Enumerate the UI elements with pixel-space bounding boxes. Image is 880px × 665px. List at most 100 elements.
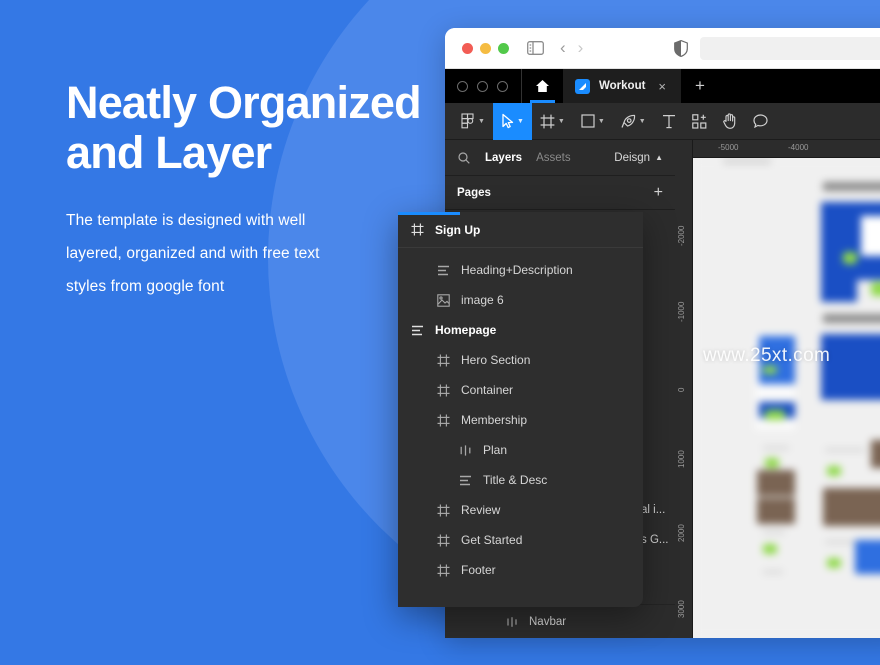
panel-accent-bar: [398, 212, 460, 215]
ruler-v-tick-3: 1000: [677, 450, 686, 468]
shape-tool[interactable]: ▼: [573, 103, 613, 140]
chevron-up-icon[interactable]: ▲: [655, 153, 663, 162]
home-icon: [536, 80, 549, 92]
comment-tool[interactable]: [745, 103, 776, 140]
screenshot-root: Neatly Organized and Layer The template …: [0, 0, 880, 665]
new-tab-button[interactable]: +: [681, 69, 719, 103]
layer-label: Membership: [461, 413, 528, 427]
pages-section-header[interactable]: Pages +: [445, 176, 675, 210]
layer-row-navbar[interactable]: Navbar: [445, 604, 675, 638]
browser-chrome-bar: ‹ ›: [445, 28, 880, 69]
select-tool[interactable]: ▼: [492, 102, 532, 140]
chevron-down-icon[interactable]: ▼: [558, 118, 565, 125]
ruler-v-tick-0: -2000: [677, 225, 686, 246]
frame-icon: [436, 353, 450, 367]
layer-label: Heading+Description: [461, 263, 573, 277]
frame-icon: [436, 503, 450, 517]
frame-tool[interactable]: ▼: [532, 103, 573, 140]
layer-row[interactable]: Membership: [398, 405, 643, 435]
layer-label: image 6: [461, 293, 504, 307]
vertical-ruler: -2000 -1000 0 1000 2000 3000: [675, 140, 693, 638]
floating-layers-panel: Sign Up Heading+Description image 6 Homepa…: [398, 212, 643, 607]
window-dot-2[interactable]: [477, 80, 488, 92]
components-tool[interactable]: [684, 103, 715, 140]
hero-subtitle-line-3: styles from google font: [66, 278, 225, 295]
address-bar[interactable]: [700, 36, 880, 60]
window-dot-1[interactable]: [457, 80, 468, 92]
figma-logo-tool[interactable]: ▼: [453, 103, 493, 140]
layer-row[interactable]: Footer: [398, 555, 643, 585]
chevron-down-icon[interactable]: ▼: [517, 118, 524, 125]
pen-tool[interactable]: ▼: [613, 103, 654, 140]
chevron-right-icon[interactable]: ›: [578, 38, 584, 58]
tab-workout[interactable]: Workout ×: [563, 69, 681, 103]
truncated-layer-2[interactable]: s G...: [641, 534, 668, 546]
canvas-artboards: [693, 158, 880, 638]
text-icon: [410, 323, 424, 337]
layer-row[interactable]: Heading+Description: [398, 255, 643, 285]
chevron-down-icon[interactable]: ▼: [639, 118, 646, 125]
chevron-down-icon[interactable]: ▼: [478, 118, 485, 125]
maximize-window-button[interactable]: [498, 42, 509, 54]
hand-tool[interactable]: [715, 103, 745, 140]
hero-title: Neatly Organized and Layer: [66, 78, 466, 178]
frame-icon: [410, 223, 424, 237]
ruler-v-tick-5: 3000: [677, 600, 686, 618]
layer-row[interactable]: Review: [398, 495, 643, 525]
layer-row[interactable]: Title & Desc: [398, 465, 643, 495]
shield-icon[interactable]: [674, 39, 689, 57]
layer-label: Plan: [483, 443, 508, 457]
tab-design[interactable]: Deisgn ▲: [614, 152, 663, 164]
tab-assets[interactable]: Assets: [536, 152, 571, 164]
ruler-v-tick-1: -1000: [677, 301, 686, 322]
layer-label: Hero Section: [461, 353, 531, 367]
text-icon: [458, 473, 472, 487]
layer-label: Homepage: [435, 323, 497, 337]
layer-label: Container: [461, 383, 514, 397]
layers-panel-title: Sign Up: [435, 222, 481, 237]
ruler-v-tick-2: 0: [677, 387, 686, 392]
chevron-down-icon[interactable]: ▼: [598, 118, 605, 125]
close-icon[interactable]: ×: [658, 79, 666, 94]
layer-row[interactable]: Hero Section: [398, 345, 643, 375]
layer-label: Title & Desc: [483, 473, 548, 487]
search-icon[interactable]: [457, 151, 471, 165]
ruler-h-tick-1: -4000: [788, 143, 809, 152]
layer-label: Review: [461, 503, 501, 517]
home-tab-button[interactable]: [521, 69, 563, 103]
home-tab-active-indicator: [530, 100, 555, 103]
frame-icon: [436, 533, 450, 547]
ruler-v-tick-4: 2000: [677, 524, 686, 542]
layer-row[interactable]: Plan: [398, 435, 643, 465]
chevron-left-icon[interactable]: ‹: [560, 38, 566, 58]
text-icon: [436, 263, 450, 277]
sidebar-icon[interactable]: [527, 41, 544, 55]
pages-label: Pages: [457, 186, 491, 199]
layer-row[interactable]: Get Started: [398, 525, 643, 555]
watermark: www.25xt.com: [703, 345, 831, 366]
layers-panel-header[interactable]: Sign Up: [398, 212, 643, 248]
frame-icon: [436, 383, 450, 397]
minimize-window-button[interactable]: [480, 42, 491, 54]
layer-row[interactable]: image 6: [398, 285, 643, 315]
text-tool[interactable]: [654, 103, 684, 140]
hero-subtitle-line-2: layered, organized and with free text: [66, 245, 320, 262]
layer-row[interactable]: Homepage: [398, 315, 643, 345]
layer-label: Footer: [461, 563, 496, 577]
layers-tree: Heading+Description image 6 Homepage Hero S…: [398, 248, 643, 585]
tab-label: Workout: [599, 80, 646, 92]
image-icon: [436, 293, 450, 307]
tab-design-label: Deisgn: [614, 151, 651, 164]
window-dot-3[interactable]: [497, 80, 508, 92]
add-page-button[interactable]: +: [654, 184, 663, 202]
truncated-layer-1[interactable]: al i...: [641, 504, 665, 516]
frame-icon: [436, 563, 450, 577]
hero-subtitle: The template is designed with well layer…: [66, 204, 371, 303]
window-traffic-lights[interactable]: [462, 42, 509, 54]
figma-canvas[interactable]: www.25xt.com -5000 -4000 -2000 -1000 0 1…: [675, 140, 880, 638]
close-window-button[interactable]: [462, 42, 473, 54]
tab-layers[interactable]: Layers: [485, 152, 522, 164]
layer-row[interactable]: Container: [398, 375, 643, 405]
figma-file-icon: [575, 78, 590, 94]
left-panel-tabs: Layers Assets Deisgn ▲: [445, 140, 675, 176]
